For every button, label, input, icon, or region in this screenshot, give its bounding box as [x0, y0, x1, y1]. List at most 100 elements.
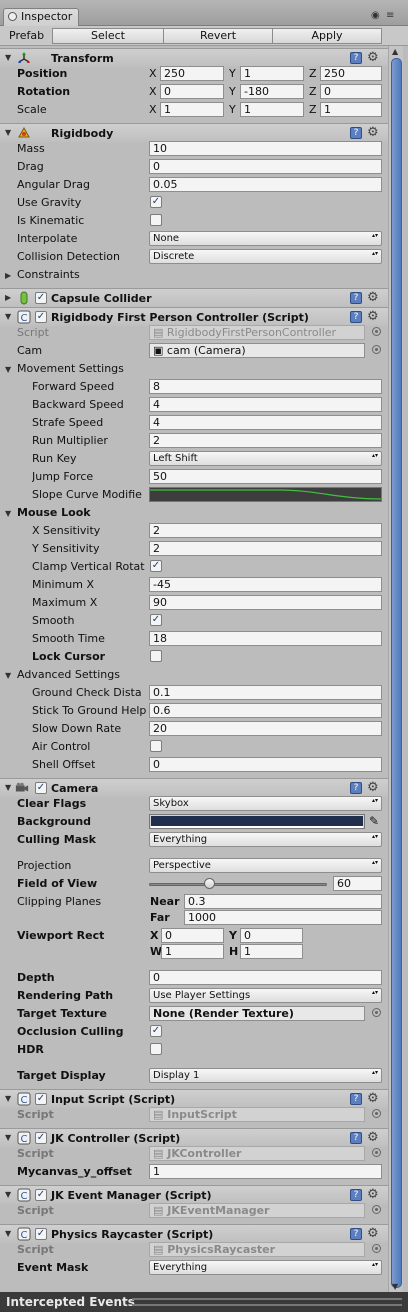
rotation-z-field[interactable]: 0 — [320, 84, 382, 99]
rotation-x-field[interactable]: 0 — [160, 84, 224, 99]
gear-icon[interactable]: ⚙ — [367, 1226, 379, 1241]
object-picker-icon[interactable] — [372, 1008, 381, 1017]
gear-icon[interactable]: ⚙ — [367, 780, 379, 795]
projection-dropdown[interactable]: Perspective — [149, 858, 382, 873]
hdr-checkbox[interactable] — [150, 1043, 162, 1055]
help-icon[interactable]: ? — [350, 1093, 362, 1105]
mouse-look-row[interactable]: ▼ Mouse Look — [0, 504, 388, 522]
stick-to-ground-field[interactable]: 0.6 — [149, 703, 382, 718]
gear-icon[interactable]: ⚙ — [367, 309, 379, 324]
fold-arrow-right-icon[interactable]: ▶ — [5, 293, 11, 302]
forward-speed-field[interactable]: 8 — [149, 379, 382, 394]
collision-detection-dropdown[interactable]: Discrete — [149, 249, 382, 264]
fold-arrow-icon[interactable]: ▼ — [5, 783, 11, 792]
clamp-rotation-checkbox[interactable]: ✓ — [150, 560, 162, 572]
slow-down-field[interactable]: 20 — [149, 721, 382, 736]
scale-y-field[interactable]: 1 — [240, 102, 304, 117]
intercepted-events-bar[interactable]: Intercepted Events — [0, 1292, 408, 1312]
input-script-enabled-checkbox[interactable]: ✓ — [35, 1093, 47, 1105]
air-control-checkbox[interactable] — [150, 740, 162, 752]
angular-drag-field[interactable]: 0.05 — [149, 177, 382, 192]
movement-settings-row[interactable]: ▼ Movement Settings — [0, 360, 388, 378]
gear-icon[interactable]: ⚙ — [367, 290, 379, 305]
gear-icon[interactable]: ⚙ — [367, 1187, 379, 1202]
rotation-y-field[interactable]: -180 — [240, 84, 304, 99]
fold-arrow-icon[interactable]: ▼ — [5, 671, 11, 680]
viewport-h-field[interactable]: 1 — [240, 944, 303, 959]
cam-field[interactable]: ▣ cam (Camera) — [149, 343, 365, 358]
culling-mask-dropdown[interactable]: Everything — [149, 832, 382, 847]
mass-field[interactable]: 10 — [149, 141, 382, 156]
depth-field[interactable]: 0 — [149, 970, 382, 985]
target-texture-field[interactable]: None (Render Texture) — [149, 1006, 365, 1021]
fold-arrow-right-icon[interactable]: ▶ — [5, 271, 11, 280]
help-icon[interactable]: ? — [350, 52, 362, 64]
gear-icon[interactable]: ⚙ — [367, 125, 379, 140]
backward-speed-field[interactable]: 4 — [149, 397, 382, 412]
smooth-time-field[interactable]: 18 — [149, 631, 382, 646]
y-sensitivity-field[interactable]: 2 — [149, 541, 382, 556]
far-field[interactable]: 1000 — [184, 910, 382, 925]
canvas-offset-field[interactable]: 1 — [149, 1164, 382, 1179]
capsule-collider-header[interactable]: ▶ ✓ Capsule Collider ? ⚙ — [0, 288, 388, 307]
physics-raycaster-enabled-checkbox[interactable]: ✓ — [35, 1228, 47, 1240]
position-z-field[interactable]: 250 — [320, 66, 382, 81]
scroll-down-icon[interactable]: ▼ — [392, 1282, 398, 1291]
is-kinematic-checkbox[interactable] — [150, 214, 162, 226]
prefab-apply-button[interactable]: Apply — [272, 28, 382, 44]
fold-arrow-icon[interactable]: ▼ — [5, 53, 11, 62]
help-icon[interactable]: ? — [350, 311, 362, 323]
constraints-row[interactable]: ▶ Constraints — [0, 266, 388, 284]
minimum-x-field[interactable]: -45 — [149, 577, 382, 592]
capsule-collider-enabled-checkbox[interactable]: ✓ — [35, 292, 47, 304]
fold-arrow-icon[interactable]: ▼ — [5, 1133, 11, 1142]
maximum-x-field[interactable]: 90 — [149, 595, 382, 610]
resize-grip-icon[interactable] — [132, 1298, 402, 1306]
help-icon[interactable]: ? — [350, 1228, 362, 1240]
gear-icon[interactable]: ⚙ — [367, 50, 379, 65]
scale-z-field[interactable]: 1 — [320, 102, 382, 117]
viewport-y-field[interactable]: 0 — [240, 928, 303, 943]
fold-arrow-icon[interactable]: ▼ — [5, 1229, 11, 1238]
fold-arrow-icon[interactable]: ▼ — [5, 128, 11, 137]
panel-menu-icon[interactable]: ≡ — [386, 10, 394, 21]
gear-icon[interactable]: ⚙ — [367, 1130, 379, 1145]
lock-icon[interactable]: ◉ — [371, 10, 380, 21]
scale-x-field[interactable]: 1 — [160, 102, 224, 117]
position-y-field[interactable]: 1 — [240, 66, 304, 81]
prefab-revert-button[interactable]: Revert — [163, 28, 273, 44]
camera-enabled-checkbox[interactable]: ✓ — [35, 782, 47, 794]
eyedropper-icon[interactable]: ✎ — [369, 814, 379, 828]
slope-curve-field[interactable] — [149, 487, 382, 502]
ground-check-field[interactable]: 0.1 — [149, 685, 382, 700]
fold-arrow-icon[interactable]: ▼ — [5, 365, 11, 374]
rendering-path-dropdown[interactable]: Use Player Settings — [149, 988, 382, 1003]
jk-event-manager-enabled-checkbox[interactable]: ✓ — [35, 1189, 47, 1201]
help-icon[interactable]: ? — [350, 127, 362, 139]
viewport-w-field[interactable]: 1 — [161, 944, 224, 959]
tab-inspector[interactable]: Inspector — [3, 8, 79, 26]
occlusion-culling-checkbox[interactable]: ✓ — [150, 1025, 162, 1037]
help-icon[interactable]: ? — [350, 1189, 362, 1201]
advanced-settings-row[interactable]: ▼ Advanced Settings — [0, 666, 388, 684]
vertical-scrollbar[interactable]: ▲ ▼ — [388, 46, 403, 1292]
field-of-view-field[interactable]: 60 — [333, 876, 382, 891]
use-gravity-checkbox[interactable]: ✓ — [150, 196, 162, 208]
event-mask-dropdown[interactable]: Everything — [149, 1260, 382, 1275]
strafe-speed-field[interactable]: 4 — [149, 415, 382, 430]
position-x-field[interactable]: 250 — [160, 66, 224, 81]
scrollbar-thumb[interactable] — [391, 58, 402, 1288]
x-sensitivity-field[interactable]: 2 — [149, 523, 382, 538]
rbfpc-enabled-checkbox[interactable]: ✓ — [35, 311, 47, 323]
help-icon[interactable]: ? — [350, 1132, 362, 1144]
jump-force-field[interactable]: 50 — [149, 469, 382, 484]
interpolate-dropdown[interactable]: None — [149, 231, 382, 246]
help-icon[interactable]: ? — [350, 292, 362, 304]
drag-field[interactable]: 0 — [149, 159, 382, 174]
near-field[interactable]: 0.3 — [184, 894, 382, 909]
run-multiplier-field[interactable]: 2 — [149, 433, 382, 448]
clear-flags-dropdown[interactable]: Skybox — [149, 796, 382, 811]
fold-arrow-icon[interactable]: ▼ — [5, 1190, 11, 1199]
run-key-dropdown[interactable]: Left Shift — [149, 451, 382, 466]
lock-cursor-checkbox[interactable] — [150, 650, 162, 662]
